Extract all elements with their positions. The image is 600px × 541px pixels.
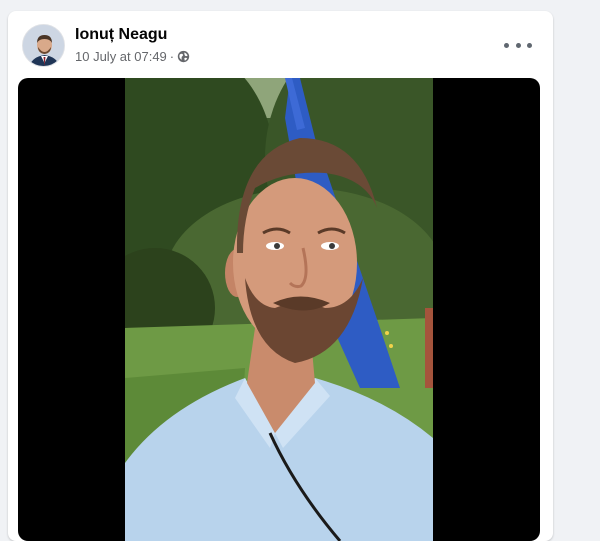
author-avatar[interactable]	[22, 24, 65, 67]
more-dot	[515, 42, 521, 48]
globe-icon[interactable]	[177, 50, 190, 63]
more-dot	[504, 42, 509, 48]
video-still	[125, 78, 433, 541]
author-name[interactable]: Ionuț Neagu	[75, 26, 167, 44]
more-options-icon[interactable]	[504, 37, 532, 53]
more-dot	[527, 42, 532, 48]
video-frame[interactable]	[125, 78, 433, 541]
post-timestamp[interactable]: 10 July at 07:49	[75, 49, 167, 64]
post-video[interactable]	[18, 78, 540, 541]
post-header: Ionuț Neagu 10 July at 07:49 ·	[22, 23, 542, 71]
meta-separator: ·	[169, 49, 175, 64]
post-card: Ionuț Neagu 10 July at 07:49 ·	[8, 11, 553, 541]
post-meta: 10 July at 07:49 ·	[75, 49, 190, 64]
avatar-image	[23, 25, 64, 66]
